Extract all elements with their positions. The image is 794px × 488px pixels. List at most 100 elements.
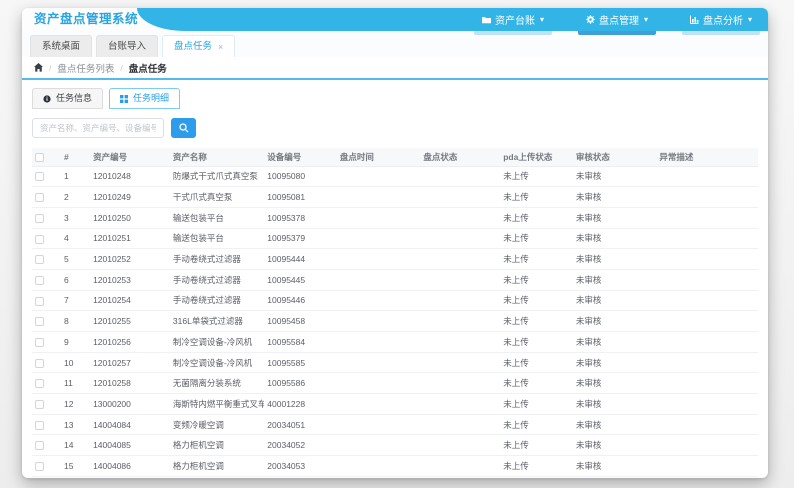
tab-system-desktop[interactable]: 系统桌面 <box>30 35 93 57</box>
column-header-4: 盘点时间 <box>336 148 421 167</box>
row-checkbox[interactable] <box>35 317 44 327</box>
row-checkbox-cell <box>32 434 62 457</box>
row-checkbox[interactable] <box>35 234 44 244</box>
search-input[interactable] <box>32 118 164 138</box>
close-icon[interactable]: × <box>218 37 223 57</box>
cell-asset-no: 12010254 <box>90 290 170 312</box>
row-checkbox[interactable] <box>35 420 44 430</box>
cell-check-status <box>420 434 501 457</box>
search-row <box>32 118 758 138</box>
cell-asset-no: 12010251 <box>90 228 170 250</box>
cell-device-no: 10095585 <box>264 352 337 374</box>
cell-asset-name: 316L单袋式过滤器 <box>169 310 265 332</box>
search-button[interactable] <box>171 118 196 138</box>
row-checkbox-cell <box>32 414 62 436</box>
cell-asset-name: 制冷空调设备-冷风机 <box>169 331 265 353</box>
column-header-0: # <box>61 148 91 167</box>
header-checkbox-cell <box>32 148 62 167</box>
table-row: 8 12010255 316L单袋式过滤器 10095458 未上传 未审核 <box>32 310 758 332</box>
table-row: 7 12010254 手动卷绕式过滤器 10095446 未上传 未审核 <box>32 290 758 312</box>
cell-index: 14 <box>61 434 91 457</box>
tab-inventory-task[interactable]: 盘点任务 × <box>162 35 236 57</box>
cell-remark <box>656 290 758 312</box>
cell-remark <box>656 248 758 270</box>
subtab-task-detail[interactable]: 任务明细 <box>109 88 181 109</box>
cell-remark <box>656 269 758 291</box>
home-icon[interactable] <box>34 63 43 72</box>
cell-asset-no: 13000200 <box>90 393 170 415</box>
cell-asset-name: 防爆式干式爪式真空泵 <box>169 166 265 188</box>
row-checkbox[interactable] <box>35 172 44 182</box>
cell-index: 3 <box>61 207 91 229</box>
row-checkbox-cell <box>32 331 62 353</box>
cell-check-time <box>336 372 421 395</box>
row-checkbox[interactable] <box>35 379 44 389</box>
cell-asset-name: 输送包装平台 <box>169 228 265 250</box>
cell-device-no: 10095584 <box>264 331 337 353</box>
column-header-7: 审核状态 <box>572 148 657 167</box>
cell-pda-status: 未上传 <box>500 414 573 436</box>
breadcrumb-current-page: 盘点任务 <box>128 63 167 75</box>
row-checkbox[interactable] <box>35 193 44 203</box>
cell-check-status <box>420 269 501 291</box>
cell-audit-status: 未审核 <box>572 310 657 332</box>
table-row: 14 14004085 格力柜机空调 20034052 未上传 未审核 <box>32 434 758 457</box>
cell-index: 8 <box>61 310 91 332</box>
column-header-3: 设备编号 <box>264 148 337 167</box>
cell-pda-status: 未上传 <box>500 455 573 477</box>
tab-ledger-import[interactable]: 台账导入 <box>96 35 159 57</box>
table-row: 9 12010256 制冷空调设备-冷风机 10095584 未上传 未审核 <box>32 331 758 353</box>
nav-item-asset-ledger[interactable]: 资产台账 ▾ <box>473 8 552 35</box>
row-checkbox[interactable] <box>35 400 44 410</box>
cell-remark <box>656 414 758 436</box>
cell-remark <box>656 393 758 415</box>
cell-audit-status: 未审核 <box>572 166 657 188</box>
cell-audit-status: 未审核 <box>572 331 657 353</box>
cell-asset-no: 14004085 <box>90 434 170 457</box>
cell-remark <box>656 352 758 374</box>
cell-index: 12 <box>61 393 91 415</box>
cell-audit-status: 未审核 <box>572 352 657 374</box>
cell-check-time <box>336 434 421 457</box>
table-row: 10 12010257 制冷空调设备-冷风机 10095585 未上传 未审核 <box>32 352 758 374</box>
row-checkbox-cell <box>32 455 62 477</box>
row-checkbox[interactable] <box>35 358 44 368</box>
cell-pda-status: 未上传 <box>500 207 573 229</box>
cell-asset-name: 手动卷绕式过滤器 <box>169 290 265 312</box>
page-content: 任务信息 任务明细 资产名称、资产编号、设备编号 # 资产编号 资产名称 设备编… <box>22 80 768 477</box>
cell-audit-status: 未审核 <box>572 393 657 415</box>
column-header-5: 盘点状态 <box>420 148 501 167</box>
select-all-checkbox[interactable] <box>35 152 44 162</box>
cell-remark <box>656 331 758 353</box>
cell-asset-name: 格力柜机空调 <box>169 455 265 477</box>
breadcrumb-task-list[interactable]: 盘点任务列表 <box>57 61 114 75</box>
cell-remark <box>656 434 758 457</box>
nav-item-inventory-analysis[interactable]: 盘点分析 ▾ <box>681 8 761 35</box>
cell-audit-status: 未审核 <box>572 207 657 229</box>
cell-pda-status: 未上传 <box>500 248 573 270</box>
cell-pda-status: 未上传 <box>500 434 573 457</box>
cell-check-status <box>420 290 501 312</box>
row-checkbox[interactable] <box>35 275 44 285</box>
row-checkbox[interactable] <box>35 337 44 347</box>
app-header: 资产盘点管理系统 资产台账 ▾ 盘点管理 ▾ 盘点分析 ▾ <box>22 8 768 35</box>
nav-item-inventory-management[interactable]: 盘点管理 ▾ <box>577 8 657 35</box>
subtab-task-info[interactable]: 任务信息 <box>32 88 104 109</box>
row-checkbox[interactable] <box>35 255 44 265</box>
row-checkbox[interactable] <box>35 441 44 451</box>
cell-check-time <box>336 331 421 353</box>
cell-pda-status: 未上传 <box>500 228 573 250</box>
cell-asset-no: 12010250 <box>90 207 170 229</box>
chevron-down-icon: ▾ <box>643 15 648 24</box>
row-checkbox[interactable] <box>35 296 44 306</box>
column-header-8: 异常描述 <box>656 148 758 167</box>
chevron-down-icon: ▾ <box>747 15 752 24</box>
cell-audit-status: 未审核 <box>572 228 657 250</box>
cell-pda-status: 未上传 <box>500 393 573 415</box>
row-checkbox[interactable] <box>35 213 44 223</box>
cell-index: 10 <box>61 352 91 374</box>
cell-device-no: 10095445 <box>264 269 337 291</box>
cell-asset-name: 输送包装平台 <box>169 207 265 229</box>
cell-index: 9 <box>61 331 91 353</box>
row-checkbox[interactable] <box>35 462 44 472</box>
